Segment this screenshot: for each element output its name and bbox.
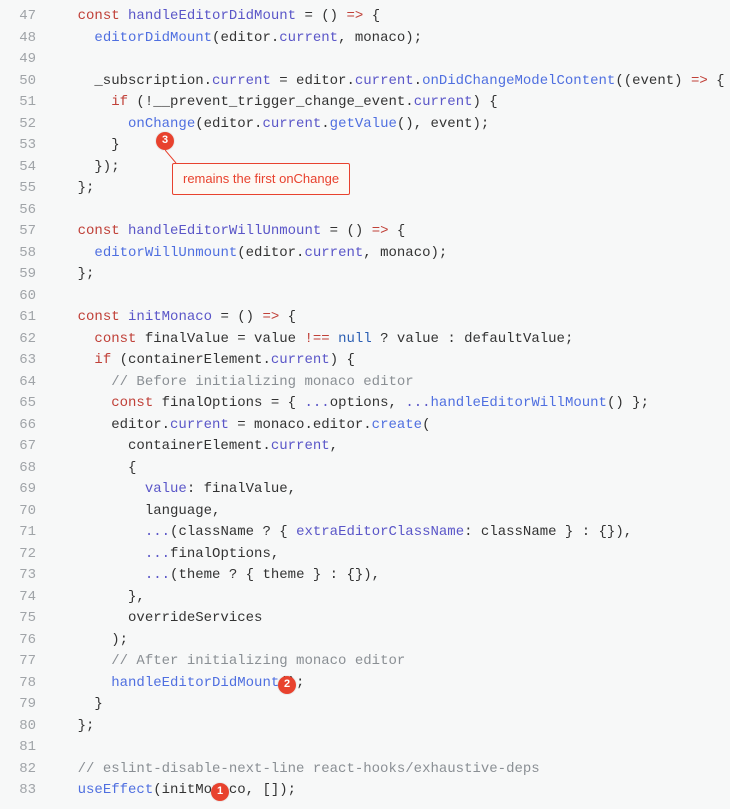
code-editor: 4748495051525354555657585960616263646566… <box>0 0 730 802</box>
annotation-badge-1: 1 <box>211 783 229 801</box>
code-line: { <box>44 458 730 480</box>
code-line: if (containerElement.current) { <box>44 350 730 372</box>
code-line: editorWillUnmount(editor.current, monaco… <box>44 243 730 265</box>
code-line: } <box>44 694 730 716</box>
line-number: 57 <box>0 221 36 243</box>
line-number: 56 <box>0 200 36 222</box>
code-line: const finalOptions = { ...options, ...ha… <box>44 393 730 415</box>
annotation-badge-2: 2 <box>278 676 296 694</box>
line-number: 71 <box>0 522 36 544</box>
line-number: 63 <box>0 350 36 372</box>
code-line: containerElement.current, <box>44 436 730 458</box>
line-number-gutter: 4748495051525354555657585960616263646566… <box>0 6 44 802</box>
code-line: overrideServices <box>44 608 730 630</box>
line-number: 82 <box>0 759 36 781</box>
line-number: 69 <box>0 479 36 501</box>
line-number: 74 <box>0 587 36 609</box>
code-line: const handleEditorWillUnmount = () => { <box>44 221 730 243</box>
line-number: 79 <box>0 694 36 716</box>
line-number: 60 <box>0 286 36 308</box>
code-line: ...(className ? { extraEditorClassName: … <box>44 522 730 544</box>
code-line <box>44 286 730 308</box>
code-line: if (!__prevent_trigger_change_event.curr… <box>44 92 730 114</box>
line-number: 77 <box>0 651 36 673</box>
code-line: const handleEditorDidMount = () => { <box>44 6 730 28</box>
code-line <box>44 737 730 759</box>
line-number: 73 <box>0 565 36 587</box>
line-number: 67 <box>0 436 36 458</box>
code-line: useEffect(initMonaco, []); <box>44 780 730 802</box>
code-line: ); <box>44 630 730 652</box>
code-line <box>44 49 730 71</box>
code-line: const finalValue = value !== null ? valu… <box>44 329 730 351</box>
code-line: }; <box>44 178 730 200</box>
line-number: 75 <box>0 608 36 630</box>
code-line: // Before initializing monaco editor <box>44 372 730 394</box>
line-number: 65 <box>0 393 36 415</box>
line-number: 62 <box>0 329 36 351</box>
line-number: 52 <box>0 114 36 136</box>
line-number: 55 <box>0 178 36 200</box>
code-line: }; <box>44 264 730 286</box>
annotation-callout: remains the first onChange <box>172 163 350 195</box>
line-number: 66 <box>0 415 36 437</box>
code-line: _subscription.current = editor.current.o… <box>44 71 730 93</box>
line-number: 48 <box>0 28 36 50</box>
line-number: 61 <box>0 307 36 329</box>
code-line: }); <box>44 157 730 179</box>
code-line: }, <box>44 587 730 609</box>
line-number: 80 <box>0 716 36 738</box>
code-line: editor.current = monaco.editor.create( <box>44 415 730 437</box>
annotation-badge-3: 3 <box>156 132 174 150</box>
code-line: } <box>44 135 730 157</box>
line-number: 50 <box>0 71 36 93</box>
line-number: 51 <box>0 92 36 114</box>
code-line <box>44 200 730 222</box>
line-number: 47 <box>0 6 36 28</box>
code-line: const initMonaco = () => { <box>44 307 730 329</box>
code-line: // eslint-disable-next-line react-hooks/… <box>44 759 730 781</box>
code-line: // After initializing monaco editor <box>44 651 730 673</box>
code-line: handleEditorDidMount(); <box>44 673 730 695</box>
line-number: 68 <box>0 458 36 480</box>
line-number: 54 <box>0 157 36 179</box>
code-line: editorDidMount(editor.current, monaco); <box>44 28 730 50</box>
line-number: 49 <box>0 49 36 71</box>
code-line: ...(theme ? { theme } : {}), <box>44 565 730 587</box>
line-number: 70 <box>0 501 36 523</box>
code-line: value: finalValue, <box>44 479 730 501</box>
code-line: language, <box>44 501 730 523</box>
code-content: const handleEditorDidMount = () => { edi… <box>44 6 730 802</box>
code-line: onChange(editor.current.getValue(), even… <box>44 114 730 136</box>
code-line: }; <box>44 716 730 738</box>
line-number: 53 <box>0 135 36 157</box>
line-number: 81 <box>0 737 36 759</box>
line-number: 59 <box>0 264 36 286</box>
code-line: ...finalOptions, <box>44 544 730 566</box>
line-number: 76 <box>0 630 36 652</box>
line-number: 78 <box>0 673 36 695</box>
line-number: 83 <box>0 780 36 802</box>
line-number: 64 <box>0 372 36 394</box>
line-number: 58 <box>0 243 36 265</box>
line-number: 72 <box>0 544 36 566</box>
